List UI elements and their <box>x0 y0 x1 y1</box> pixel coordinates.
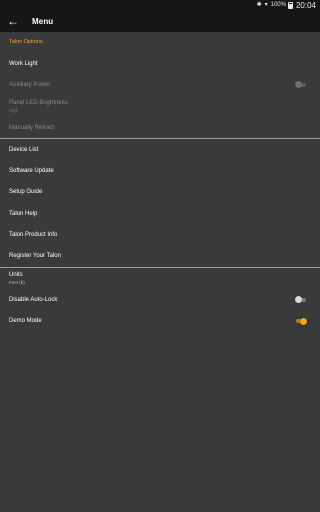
manually-retract-label: Manually Retract <box>9 124 55 131</box>
register-talon-label: Register Your Talon <box>9 253 61 260</box>
software-update-label: Software Update <box>9 168 54 175</box>
auxiliary-power-item: Auxiliary Power <box>0 74 320 95</box>
demo-mode-toggle[interactable] <box>295 317 307 325</box>
menu-list: Talon Options Work Light Auxiliary Power… <box>0 32 320 332</box>
auxiliary-power-label: Auxiliary Power <box>9 81 51 88</box>
panel-led-brightness-value: High <box>9 107 19 113</box>
talon-help-item[interactable]: Talon Help <box>0 203 320 224</box>
panel-led-brightness-item: Panel LED Brightness High <box>0 96 320 117</box>
disable-auto-lock-item[interactable]: Disable Auto-Lock <box>0 289 320 310</box>
talon-options-header: Talon Options <box>9 39 43 45</box>
wifi-icon: ▾ <box>264 2 268 8</box>
disable-auto-lock-toggle[interactable] <box>295 296 307 304</box>
work-light-item[interactable]: Work Light <box>0 53 320 74</box>
setup-guide-label: Setup Guide <box>9 189 43 196</box>
device-list-label: Device List <box>9 146 39 153</box>
battery-icon <box>287 1 293 9</box>
bluetooth-icon: ✱ <box>256 2 262 8</box>
talon-help-label: Talon Help <box>9 210 38 217</box>
setup-guide-item[interactable]: Setup Guide <box>0 182 320 203</box>
units-value: Feet (ft) <box>9 280 25 286</box>
page-title: Menu <box>32 16 54 26</box>
demo-mode-label: Demo Mode <box>9 318 42 325</box>
work-light-label: Work Light <box>9 60 38 67</box>
talon-product-info-item[interactable]: Talon Product Info <box>0 224 320 245</box>
register-talon-item[interactable]: Register Your Talon <box>0 246 320 267</box>
arrow-back-icon: ← <box>7 14 19 28</box>
battery-percentage: 100% <box>270 2 286 8</box>
units-label: Units <box>9 272 23 279</box>
status-bar: ✱ ▾ 100% 20:04 <box>0 0 320 10</box>
demo-mode-item[interactable]: Demo Mode <box>0 311 320 332</box>
disable-auto-lock-label: Disable Auto-Lock <box>9 296 58 303</box>
auxiliary-power-toggle <box>295 81 307 89</box>
panel-led-brightness-label: Panel LED Brightness <box>9 99 68 106</box>
talon-product-info-label: Talon Product Info <box>9 232 58 239</box>
back-button[interactable]: ← <box>0 10 26 32</box>
units-item[interactable]: Units Feet (ft) <box>0 268 320 289</box>
software-update-item[interactable]: Software Update <box>0 160 320 181</box>
app-bar: ← Menu <box>0 10 320 32</box>
manually-retract-item: Manually Retract <box>0 117 320 138</box>
clock: 20:04 <box>295 0 316 10</box>
device-list-item[interactable]: Device List <box>0 139 320 160</box>
